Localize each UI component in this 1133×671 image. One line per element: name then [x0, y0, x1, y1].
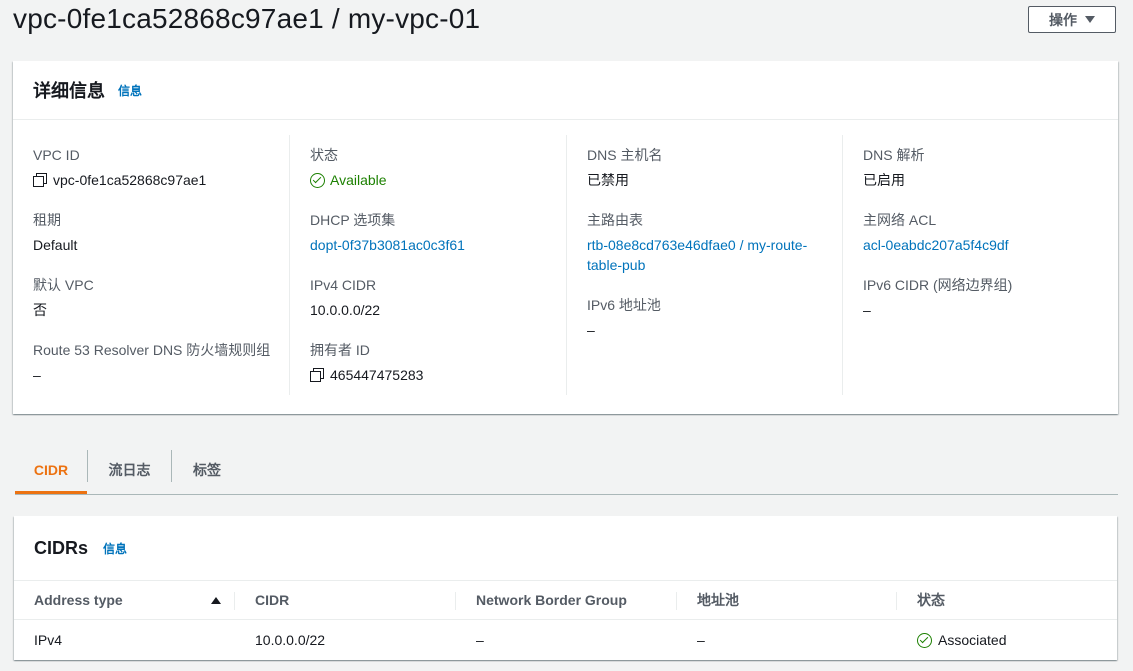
field-label: DNS 解析 [863, 147, 925, 163]
main-route-table-line-2: table-pub [587, 257, 646, 273]
field-vpc-id: VPC ID vpc-0fe1ca52868c97ae1 [33, 145, 273, 190]
field-ipv6-cidr: IPv6 CIDR (网络边界组) – [863, 275, 1103, 320]
main-acl-link[interactable]: acl-0eabdc207a5f4c9df [863, 235, 1103, 255]
state-label: Associated [938, 632, 1007, 648]
field-label: DNS 主机名 [587, 147, 663, 163]
field-ipv6-pool: IPv6 地址池 – [587, 295, 827, 340]
field-default-vpc: 默认 VPC 否 [33, 275, 273, 320]
cell-address-type: IPv4 [34, 632, 63, 648]
vpc-id-value-row: vpc-0fe1ca52868c97ae1 [33, 170, 273, 190]
field-label: 租期 [33, 212, 61, 228]
field-label: 状态 [310, 147, 338, 163]
cell-pool: – [697, 632, 705, 648]
tab-flow-logs[interactable]: 流日志 [88, 448, 171, 492]
dns-resolution-value: 已启用 [863, 172, 905, 188]
field-label: DHCP 选项集 [310, 212, 396, 228]
column-header-address-type[interactable]: Address type [34, 581, 221, 619]
tab-cidr[interactable]: CIDR [15, 448, 87, 494]
field-state: 状态 Available [310, 145, 550, 190]
field-dns-resolution: DNS 解析 已启用 [863, 145, 1103, 190]
field-label: 拥有者 ID [310, 342, 370, 358]
owner-value-row: 465447475283 [310, 365, 550, 385]
owner-value: 465447475283 [330, 367, 424, 383]
field-label: Route 53 Resolver DNS 防火墙规则组 [33, 342, 271, 358]
status-ok-icon [917, 632, 932, 648]
details-column-4: DNS 解析 已启用 主网络 ACL acl-0eabdc207a5f4c9df… [842, 135, 1119, 395]
state-value: Available [330, 172, 387, 188]
status-ok-icon [310, 172, 325, 188]
field-label: 默认 VPC [33, 277, 94, 293]
table-row: IPv4 10.0.0.0/22 – – Associated [14, 620, 1117, 660]
field-tenancy: 租期 Default [33, 210, 273, 255]
field-ipv4-cidr: IPv4 CIDR 10.0.0.0/22 [310, 275, 550, 320]
copy-icon[interactable] [310, 368, 324, 382]
field-label: IPv6 CIDR (网络边界组) [863, 277, 1013, 293]
field-main-acl: 主网络 ACL acl-0eabdc207a5f4c9df [863, 210, 1103, 255]
tab-bar: CIDR 流日志 标签 [15, 448, 1118, 495]
column-header-label: Address type [34, 592, 123, 608]
dns-hostnames-value: 已禁用 [587, 172, 629, 188]
field-label: VPC ID [33, 147, 80, 163]
field-label: 主网络 ACL [863, 212, 937, 228]
default-vpc-value: 否 [33, 302, 47, 318]
tenancy-value: Default [33, 237, 78, 253]
actions-label: 操作 [1049, 11, 1077, 28]
page-title: vpc-0fe1ca52868c97ae1 / my-vpc-01 [13, 3, 481, 34]
column-header-pool[interactable]: 地址池 [697, 581, 887, 619]
field-dns-hostnames: DNS 主机名 已禁用 [587, 145, 827, 190]
copy-icon[interactable] [33, 173, 47, 187]
caret-down-icon [1085, 16, 1095, 23]
main-route-table-line-1: rtb-08e8cd763e46dfae0 / my-route- [587, 237, 808, 253]
column-header-state[interactable]: 状态 [917, 581, 1107, 619]
dhcp-options-link[interactable]: dopt-0f37b3081ac0c3f61 [310, 235, 550, 255]
details-column-2: 状态 Available DHCP 选项集 dopt-0f37b3081ac0c… [289, 135, 566, 395]
column-divider[interactable] [455, 592, 456, 610]
column-header-network-border-group[interactable]: Network Border Group [476, 581, 676, 619]
tab-tags[interactable]: 标签 [172, 448, 242, 492]
column-header-cidr[interactable]: CIDR [255, 581, 445, 619]
details-column-3: DNS 主机名 已禁用 主路由表 rtb-08e8cd763e46dfae0 /… [566, 135, 843, 395]
details-panel: 详细信息 信息 VPC ID vpc-0fe1ca52868c97ae1 租期 … [13, 61, 1118, 414]
cidrs-header: CIDRs 信息 [14, 516, 1117, 581]
field-label: 主路由表 [587, 212, 643, 228]
column-divider[interactable] [676, 592, 677, 610]
cidrs-panel: CIDRs 信息 Address type CIDR Network Borde… [14, 516, 1117, 660]
state-value-row: Available [310, 170, 550, 190]
cell-network-border-group: – [476, 632, 484, 648]
details-title: 详细信息 [33, 81, 105, 101]
vpc-id-value: vpc-0fe1ca52868c97ae1 [53, 172, 207, 188]
cidrs-info-link[interactable]: 信息 [103, 540, 127, 557]
details-column-1: VPC ID vpc-0fe1ca52868c97ae1 租期 Default … [13, 135, 289, 395]
ipv6-pool-value: – [587, 322, 595, 338]
column-divider[interactable] [896, 592, 897, 610]
details-info-link[interactable]: 信息 [118, 82, 142, 99]
cidrs-title: CIDRs [34, 537, 89, 558]
field-main-route-table: 主路由表 rtb-08e8cd763e46dfae0 / my-route- t… [587, 210, 837, 275]
table-header: Address type CIDR Network Border Group 地… [14, 581, 1117, 620]
cell-cidr: 10.0.0.0/22 [255, 632, 326, 648]
field-owner: 拥有者 ID 465447475283 [310, 340, 550, 385]
column-divider[interactable] [234, 592, 235, 610]
sort-ascending-icon[interactable] [211, 596, 221, 604]
field-label: IPv6 地址池 [587, 297, 661, 313]
resolver-value: – [33, 367, 41, 383]
cell-state: Associated [917, 620, 1006, 660]
details-header: 详细信息 信息 [13, 61, 1118, 120]
field-dhcp: DHCP 选项集 dopt-0f37b3081ac0c3f61 [310, 210, 550, 255]
actions-button[interactable]: 操作 [1028, 6, 1116, 33]
field-label: IPv4 CIDR [310, 277, 377, 293]
field-resolver: Route 53 Resolver DNS 防火墙规则组 – [33, 340, 283, 385]
main-route-table-link[interactable]: rtb-08e8cd763e46dfae0 / my-route- table-… [587, 235, 837, 275]
ipv4-cidr-value: 10.0.0.0/22 [310, 302, 381, 318]
ipv6-cidr-value: – [863, 302, 871, 318]
